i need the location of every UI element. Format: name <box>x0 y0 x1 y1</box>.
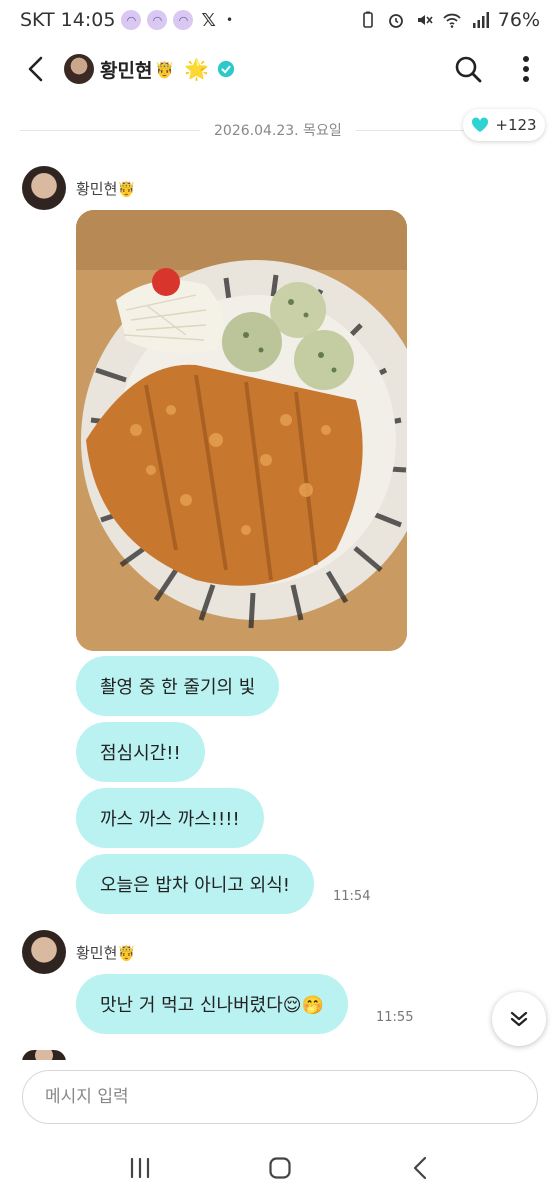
wifi-icon <box>443 13 461 28</box>
message-composer <box>0 1060 560 1136</box>
message-bubble[interactable]: 맛난 거 먹고 신나버렸다😌🤭 <box>76 974 348 1034</box>
message-time: 11:54 <box>333 889 371 904</box>
date-label: 2026.04.23. 목요일 <box>200 120 356 140</box>
date-separator: 2026.04.23. 목요일 <box>20 112 540 148</box>
message-bubble[interactable]: 까스 까스 까스!!!! <box>76 788 264 848</box>
system-nav-bar <box>0 1136 560 1200</box>
recent-apps-icon <box>130 1157 150 1179</box>
chevron-left-icon <box>28 56 43 82</box>
clock: 14:05 <box>60 9 116 31</box>
message-input[interactable] <box>22 1070 538 1124</box>
alarm-icon <box>388 14 403 28</box>
carrier: SKT <box>20 9 55 31</box>
heart-reaction-button[interactable]: +123 <box>463 109 545 141</box>
home-icon <box>269 1157 291 1179</box>
message-photo[interactable] <box>76 210 407 651</box>
message-time: 11:55 <box>376 1010 414 1025</box>
back-button[interactable] <box>16 49 56 89</box>
message-bubble[interactable]: 오늘은 밥차 아니고 외식! <box>76 854 314 914</box>
sender-avatar[interactable] <box>22 166 66 210</box>
search-icon <box>455 56 482 83</box>
verified-badge-icon <box>218 60 235 78</box>
chat-title: 황민현 <box>100 59 153 82</box>
double-chevron-down-icon <box>510 1011 528 1027</box>
sender-name: 황민현🤴 <box>76 944 137 962</box>
back-chevron-icon <box>413 1156 427 1180</box>
status-left: SKT 14:05 ◠ ◠ ◠ 𝕏 • <box>20 9 233 31</box>
heart-icon <box>472 117 489 132</box>
avatar[interactable] <box>64 54 94 84</box>
tonkatsu-photo <box>76 210 407 651</box>
more-notifications-dot: • <box>225 13 234 27</box>
signal-icon <box>472 12 489 28</box>
message-bubble[interactable]: 점심시간!! <box>76 722 205 782</box>
heart-count: +123 <box>495 116 537 134</box>
home-button[interactable] <box>250 1146 310 1190</box>
app-notification-icon: ◠ <box>121 10 142 30</box>
chat-header: 황민현 🤴 🌟 <box>0 40 560 98</box>
more-options-button[interactable] <box>508 51 544 87</box>
header-actions <box>450 51 544 87</box>
battery-saver-icon <box>362 11 373 28</box>
search-button[interactable] <box>450 51 486 87</box>
status-right: 76% <box>358 9 540 31</box>
crown-emoji: 🤴 <box>154 59 175 79</box>
message-bubble[interactable]: 촬영 중 한 줄기의 빛 <box>76 656 280 716</box>
status-bar: SKT 14:05 ◠ ◠ ◠ 𝕏 • 76% <box>0 0 560 40</box>
app-notification-icon: ◠ <box>147 10 168 30</box>
x-notification-icon: 𝕏 <box>201 9 216 31</box>
nav-back-button[interactable] <box>390 1146 450 1190</box>
sender-name: 황민현🤴 <box>76 180 137 198</box>
recent-apps-button[interactable] <box>110 1146 170 1190</box>
mute-icon <box>417 15 433 25</box>
sparkle-emoji: 🌟 <box>184 57 210 81</box>
sender-avatar[interactable] <box>22 930 66 974</box>
app-notification-icon: ◠ <box>173 10 194 30</box>
battery-percent: 76% <box>497 9 540 31</box>
more-vertical-icon <box>523 56 529 82</box>
scroll-to-bottom-button[interactable] <box>492 992 546 1046</box>
